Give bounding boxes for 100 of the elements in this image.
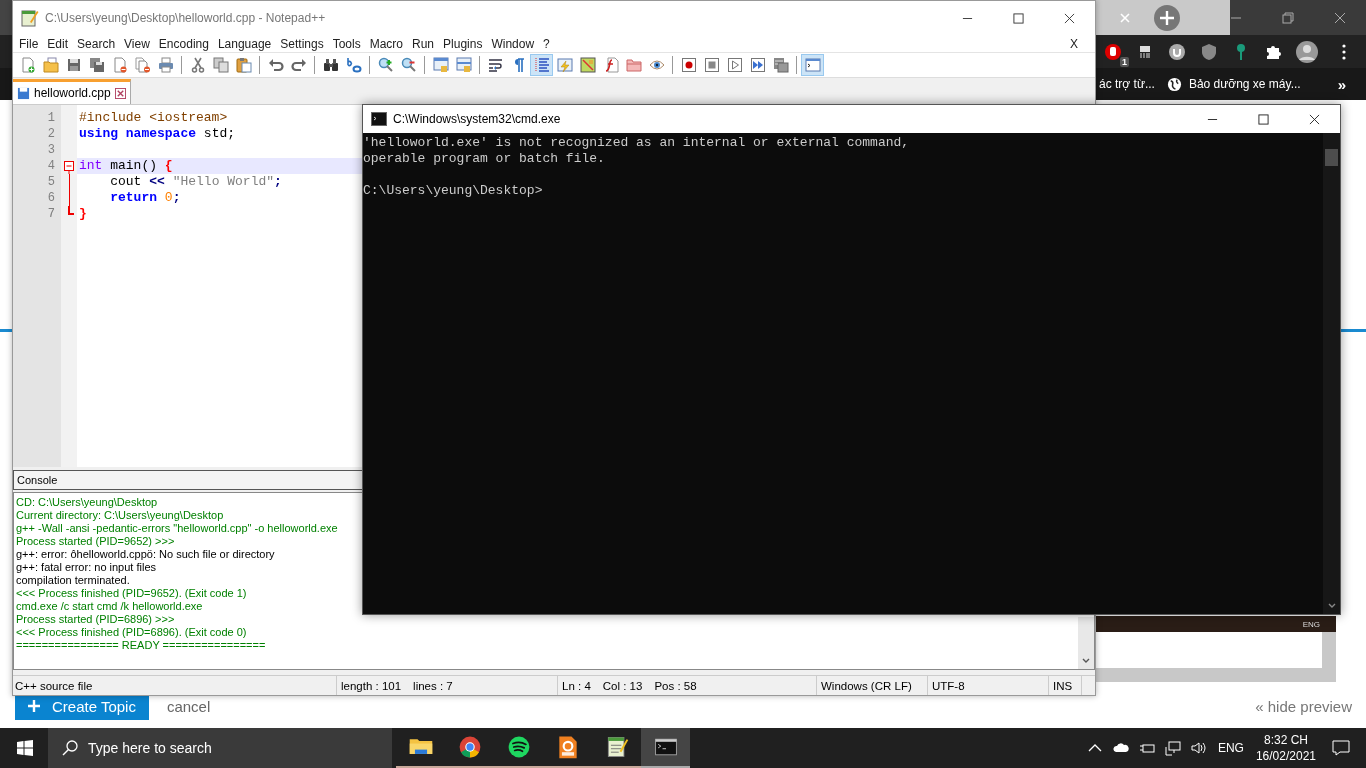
floppy-disks-icon [88, 57, 105, 73]
console-line: Process started (PID=6896) >>> [16, 613, 176, 626]
window-lock-icon [455, 57, 472, 73]
replace-icon [345, 57, 362, 73]
status-text: INS [1049, 676, 1082, 695]
line-number: 4 [46, 158, 56, 174]
document-tab[interactable]: helloworld.cpp [13, 79, 131, 104]
map-icon [579, 57, 596, 73]
menu-item[interactable]: Settings [280, 36, 332, 51]
console-line: ================ READY ================ [16, 639, 267, 652]
console-line: g++: fatal error: no input files [16, 561, 158, 574]
status-text: length : 101 [341, 679, 402, 692]
scroll-thumb[interactable] [1325, 149, 1338, 166]
undo-icon [267, 57, 284, 73]
console-line: <<< Process finished (PID=6896). (Exit code 0) [16, 626, 248, 639]
shield-icon[interactable] [1200, 42, 1218, 61]
menu-item[interactable]: Edit [47, 36, 77, 51]
scrollbar[interactable] [1078, 617, 1094, 669]
status-text: Ln : 4 [562, 679, 591, 692]
close-document-button[interactable]: X [1070, 36, 1086, 51]
scrollbar[interactable] [1323, 133, 1340, 614]
new-file-icon [19, 57, 36, 73]
stop-icon [703, 57, 720, 73]
globe-icon [1166, 76, 1182, 92]
line-number: 7 [46, 206, 56, 222]
code-line: using namespace std; [79, 126, 236, 141]
console-line: Current directory: C:\Users\yeung\Desktop [16, 509, 225, 522]
notepad-icon [21, 9, 39, 27]
clock-time[interactable]: 8:32 CH [1263, 732, 1308, 748]
hide-preview-link[interactable]: « hide preview [1255, 697, 1352, 715]
console-line: g++ -Wall -ansi -pedantic-errors "helloworld.cpp" -o helloworld.exe [16, 522, 339, 535]
search-icon [62, 740, 78, 756]
line-number: 3 [46, 142, 56, 158]
open-folder-icon [42, 57, 59, 73]
close-file-icon [111, 57, 128, 73]
lightning-window-icon [556, 57, 573, 73]
clock-date[interactable]: 16/02/2021 [1255, 748, 1316, 764]
scrollbar[interactable] [1322, 632, 1336, 668]
scrollbar[interactable] [1096, 668, 1336, 682]
menu-item[interactable]: Language [217, 36, 280, 51]
fold-box-icon[interactable] [61, 158, 77, 174]
console-line: g++: error: ôhelloworld.cppö: No such file or directory [16, 548, 276, 561]
console-window-icon [804, 57, 821, 73]
zoom-in-icon [377, 57, 394, 73]
console-line: <<< Process finished (PID=9652). (Exit code 1) [16, 587, 248, 600]
word-wrap-icon [487, 57, 504, 73]
new-tab-icon[interactable] [1154, 4, 1180, 31]
terminal-line: C:\Users\yeung\Desktop> [363, 183, 543, 198]
menu-item[interactable]: Window [491, 36, 543, 51]
status-text: C++ source file [13, 676, 337, 695]
printer-icon [157, 57, 174, 73]
code-line: #include <iostream> [79, 110, 228, 125]
console-line: cmd.exe /c start cmd /k helloworld.exe [16, 600, 204, 613]
macro-list-icon [772, 57, 789, 73]
cancel-link[interactable]: cancel [166, 697, 211, 715]
line-number: 2 [46, 126, 56, 142]
magnet-icon[interactable] [1168, 42, 1186, 61]
bookmark[interactable]: Bảo dưỡng xe máy... [1166, 76, 1301, 92]
notification-icon[interactable] [1332, 740, 1350, 756]
console-line: Process started (PID=9652) >>> [16, 535, 176, 548]
eye-icon [648, 57, 665, 73]
close-icon[interactable] [114, 87, 126, 99]
window-title: C:\Windows\system32\cmd.exe [393, 112, 561, 126]
record-icon [680, 57, 697, 73]
line-number: 1 [46, 110, 56, 126]
menu-item[interactable]: Encoding [158, 36, 217, 51]
avatar-icon[interactable] [1296, 40, 1318, 63]
code-line: int main() { [79, 158, 173, 173]
menu-item[interactable]: Run [412, 36, 443, 51]
status-text: Col : 13 [602, 679, 643, 692]
line-number: 5 [46, 174, 56, 190]
menu-item[interactable]: View [124, 36, 158, 51]
close-files-icon [134, 57, 151, 73]
folder-icon [625, 57, 642, 73]
more-menu-icon[interactable] [1342, 43, 1346, 60]
zoom-out-icon [400, 57, 417, 73]
console-line: CD: C:\Users\yeung\Desktop [16, 496, 159, 509]
binoculars-icon [322, 57, 339, 73]
plus-icon [28, 700, 40, 712]
language-indicator[interactable]: ENG [1217, 741, 1244, 755]
clipboard-icon [235, 57, 252, 73]
menu-item[interactable]: File [19, 36, 47, 51]
extension-badge: 1 [1120, 56, 1129, 67]
menu-item[interactable]: ? [543, 36, 558, 51]
menu-item[interactable]: Macro [369, 36, 411, 51]
more-bookmarks-button[interactable]: » [1337, 75, 1346, 93]
bookmark[interactable]: ác trợ từ... [1099, 77, 1155, 91]
code-line: cout << "Hello World"; [109, 174, 282, 189]
taskbar-button[interactable] [641, 728, 690, 768]
menu-item[interactable]: Tools [332, 36, 369, 51]
fast-forward-icon [749, 57, 766, 73]
tray-language: ENG [1302, 619, 1320, 629]
terminal-line: operable program or batch file. [363, 151, 605, 166]
window-title: C:\Users\yeung\Desktop\helloworld.cpp - Notepad++ [45, 11, 326, 25]
menu-item[interactable]: Plugins [443, 36, 491, 51]
menu-item[interactable]: Search [77, 36, 124, 51]
search-field[interactable]: Type here to search [48, 728, 392, 768]
status-text: lines : 7 [413, 679, 453, 692]
status-text: UTF-8 [928, 676, 1049, 695]
status-text: Windows (CR LF) [817, 676, 928, 695]
